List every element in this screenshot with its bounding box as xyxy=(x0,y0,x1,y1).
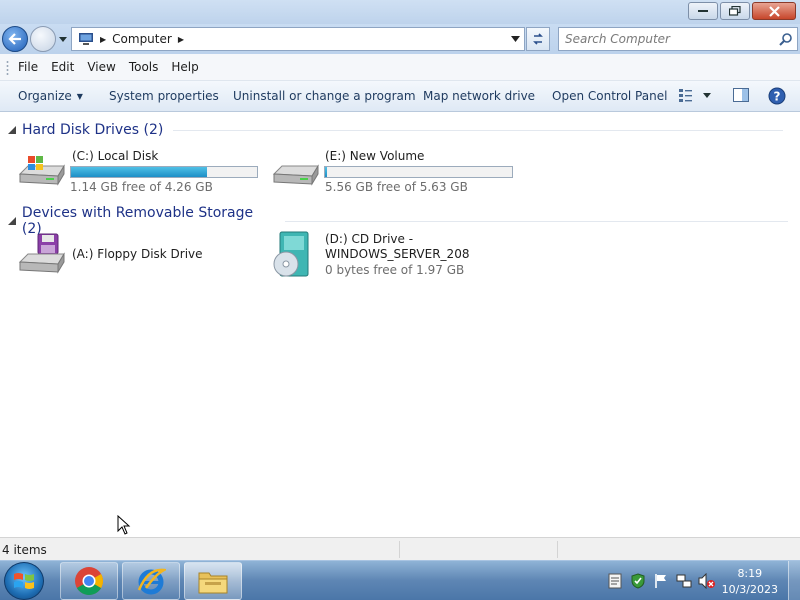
command-bar: Organize ▼ System properties Uninstall or… xyxy=(0,81,800,112)
drive-name-line2: WINDOWS_SERVER_208 xyxy=(325,247,470,261)
usage-bar xyxy=(70,166,258,178)
drive-item-e[interactable]: (E:) New Volume 5.56 GB free of 5.63 GB xyxy=(272,148,522,194)
menu-edit[interactable]: Edit xyxy=(51,60,74,74)
drive-item-d[interactable]: (D:) CD Drive - WINDOWS_SERVER_208 0 byt… xyxy=(272,230,522,282)
clock-time: 8:19 xyxy=(737,567,763,580)
address-dropdown-icon[interactable] xyxy=(511,36,520,42)
usage-bar-fill xyxy=(325,167,328,177)
clock[interactable]: 8:19 10/3/2023 xyxy=(722,566,778,598)
drive-free-space: 0 bytes free of 1.97 GB xyxy=(325,263,465,277)
menu-view[interactable]: View xyxy=(87,60,115,74)
file-explorer-icon xyxy=(198,572,228,594)
status-bar: 4 items xyxy=(0,537,800,560)
group-divider xyxy=(173,129,784,131)
drive-name: (C:) Local Disk xyxy=(72,149,159,163)
group-header-hard-disk[interactable]: Hard Disk Drives (2) xyxy=(8,122,788,138)
taskbar: 8:19 10/3/2023 xyxy=(0,560,800,600)
drive-free-space: 1.14 GB free of 4.26 GB xyxy=(70,180,213,194)
breadcrumb-separator-icon[interactable]: ▶ xyxy=(100,35,106,44)
address-row: ▶ Computer ▶ xyxy=(0,24,800,54)
security-shield-icon[interactable] xyxy=(630,573,646,589)
network-icon[interactable] xyxy=(676,573,692,589)
preview-pane-icon[interactable] xyxy=(733,87,749,103)
cd-drive-icon xyxy=(273,231,309,277)
system-tray: 8:19 10/3/2023 xyxy=(590,561,800,600)
action-center-flag-icon[interactable] xyxy=(654,573,668,589)
menu-grip xyxy=(6,60,9,75)
close-button[interactable] xyxy=(752,2,796,20)
usage-bar xyxy=(324,166,513,178)
title-bar xyxy=(0,0,800,24)
usage-bar-fill xyxy=(71,167,207,177)
menu-bar: File Edit View Tools Help xyxy=(0,54,800,81)
forward-button[interactable] xyxy=(30,26,56,52)
back-button[interactable] xyxy=(2,26,28,52)
view-dropdown-icon[interactable] xyxy=(703,93,711,99)
chrome-icon xyxy=(75,567,103,595)
svg-text:?: ? xyxy=(774,90,781,104)
taskbar-internet-explorer[interactable] xyxy=(122,562,180,600)
window-controls xyxy=(688,2,796,20)
windows-drive-icon xyxy=(18,156,65,186)
windows-logo-icon xyxy=(14,573,34,589)
item-count: 4 items xyxy=(2,543,47,557)
recent-pages-dropdown-icon[interactable] xyxy=(58,34,68,44)
content-pane: Hard Disk Drives (2) (C:) Local Disk 1.1… xyxy=(0,112,800,537)
organize-label: Organize xyxy=(18,89,72,103)
volume-muted-icon[interactable] xyxy=(698,573,716,589)
taskbar-file-explorer[interactable] xyxy=(184,562,242,600)
open-control-panel-button[interactable]: Open Control Panel xyxy=(552,89,667,103)
search-box[interactable] xyxy=(558,27,798,51)
minimize-button[interactable] xyxy=(688,2,718,20)
menu-file[interactable]: File xyxy=(18,60,38,74)
breadcrumb-chevron-icon[interactable]: ▶ xyxy=(178,35,184,44)
organize-button[interactable]: Organize ▼ xyxy=(18,89,83,103)
group-divider xyxy=(284,220,788,222)
drive-name: (E:) New Volume xyxy=(325,149,425,163)
internet-explorer-icon xyxy=(137,568,166,595)
refresh-icon xyxy=(533,33,543,45)
drive-item-a[interactable]: (A:) Floppy Disk Drive xyxy=(18,232,248,278)
computer-icon xyxy=(79,33,93,45)
maximize-button[interactable] xyxy=(720,2,750,20)
drive-free-space: 5.56 GB free of 5.63 GB xyxy=(325,180,468,194)
drive-name-line1: (D:) CD Drive - xyxy=(325,232,414,246)
notes-icon[interactable] xyxy=(608,573,622,589)
drive-item-c[interactable]: (C:) Local Disk 1.14 GB free of 4.26 GB xyxy=(18,148,268,194)
help-icon[interactable]: ? xyxy=(768,87,786,105)
hard-drive-icon xyxy=(272,164,319,186)
collapse-triangle-icon[interactable] xyxy=(8,126,16,134)
group-title: Hard Disk Drives (2) xyxy=(22,122,164,138)
search-input[interactable] xyxy=(565,32,765,46)
system-properties-button[interactable]: System properties xyxy=(109,89,219,103)
drive-name: (A:) Floppy Disk Drive xyxy=(72,247,203,261)
clock-date: 10/3/2023 xyxy=(721,583,778,596)
refresh-button[interactable] xyxy=(526,27,550,51)
floppy-drive-icon xyxy=(18,233,65,274)
start-button[interactable] xyxy=(4,562,44,600)
map-network-drive-button[interactable]: Map network drive xyxy=(423,89,535,103)
uninstall-program-button[interactable]: Uninstall or change a program xyxy=(233,89,416,103)
back-arrow-icon xyxy=(8,33,21,45)
status-separator xyxy=(399,541,400,558)
chevron-down-icon: ▼ xyxy=(76,92,83,101)
address-bar[interactable]: ▶ Computer ▶ xyxy=(71,27,525,51)
search-icon[interactable] xyxy=(779,32,793,46)
mouse-cursor-icon xyxy=(117,515,131,535)
taskbar-chrome[interactable] xyxy=(60,562,118,600)
collapse-triangle-icon[interactable] xyxy=(8,217,16,225)
show-desktop-button[interactable] xyxy=(788,561,800,600)
menu-help[interactable]: Help xyxy=(171,60,198,74)
status-separator xyxy=(557,541,558,558)
menu-tools[interactable]: Tools xyxy=(129,60,159,74)
view-options-icon[interactable] xyxy=(678,87,694,103)
breadcrumb-computer[interactable]: Computer xyxy=(112,32,172,46)
